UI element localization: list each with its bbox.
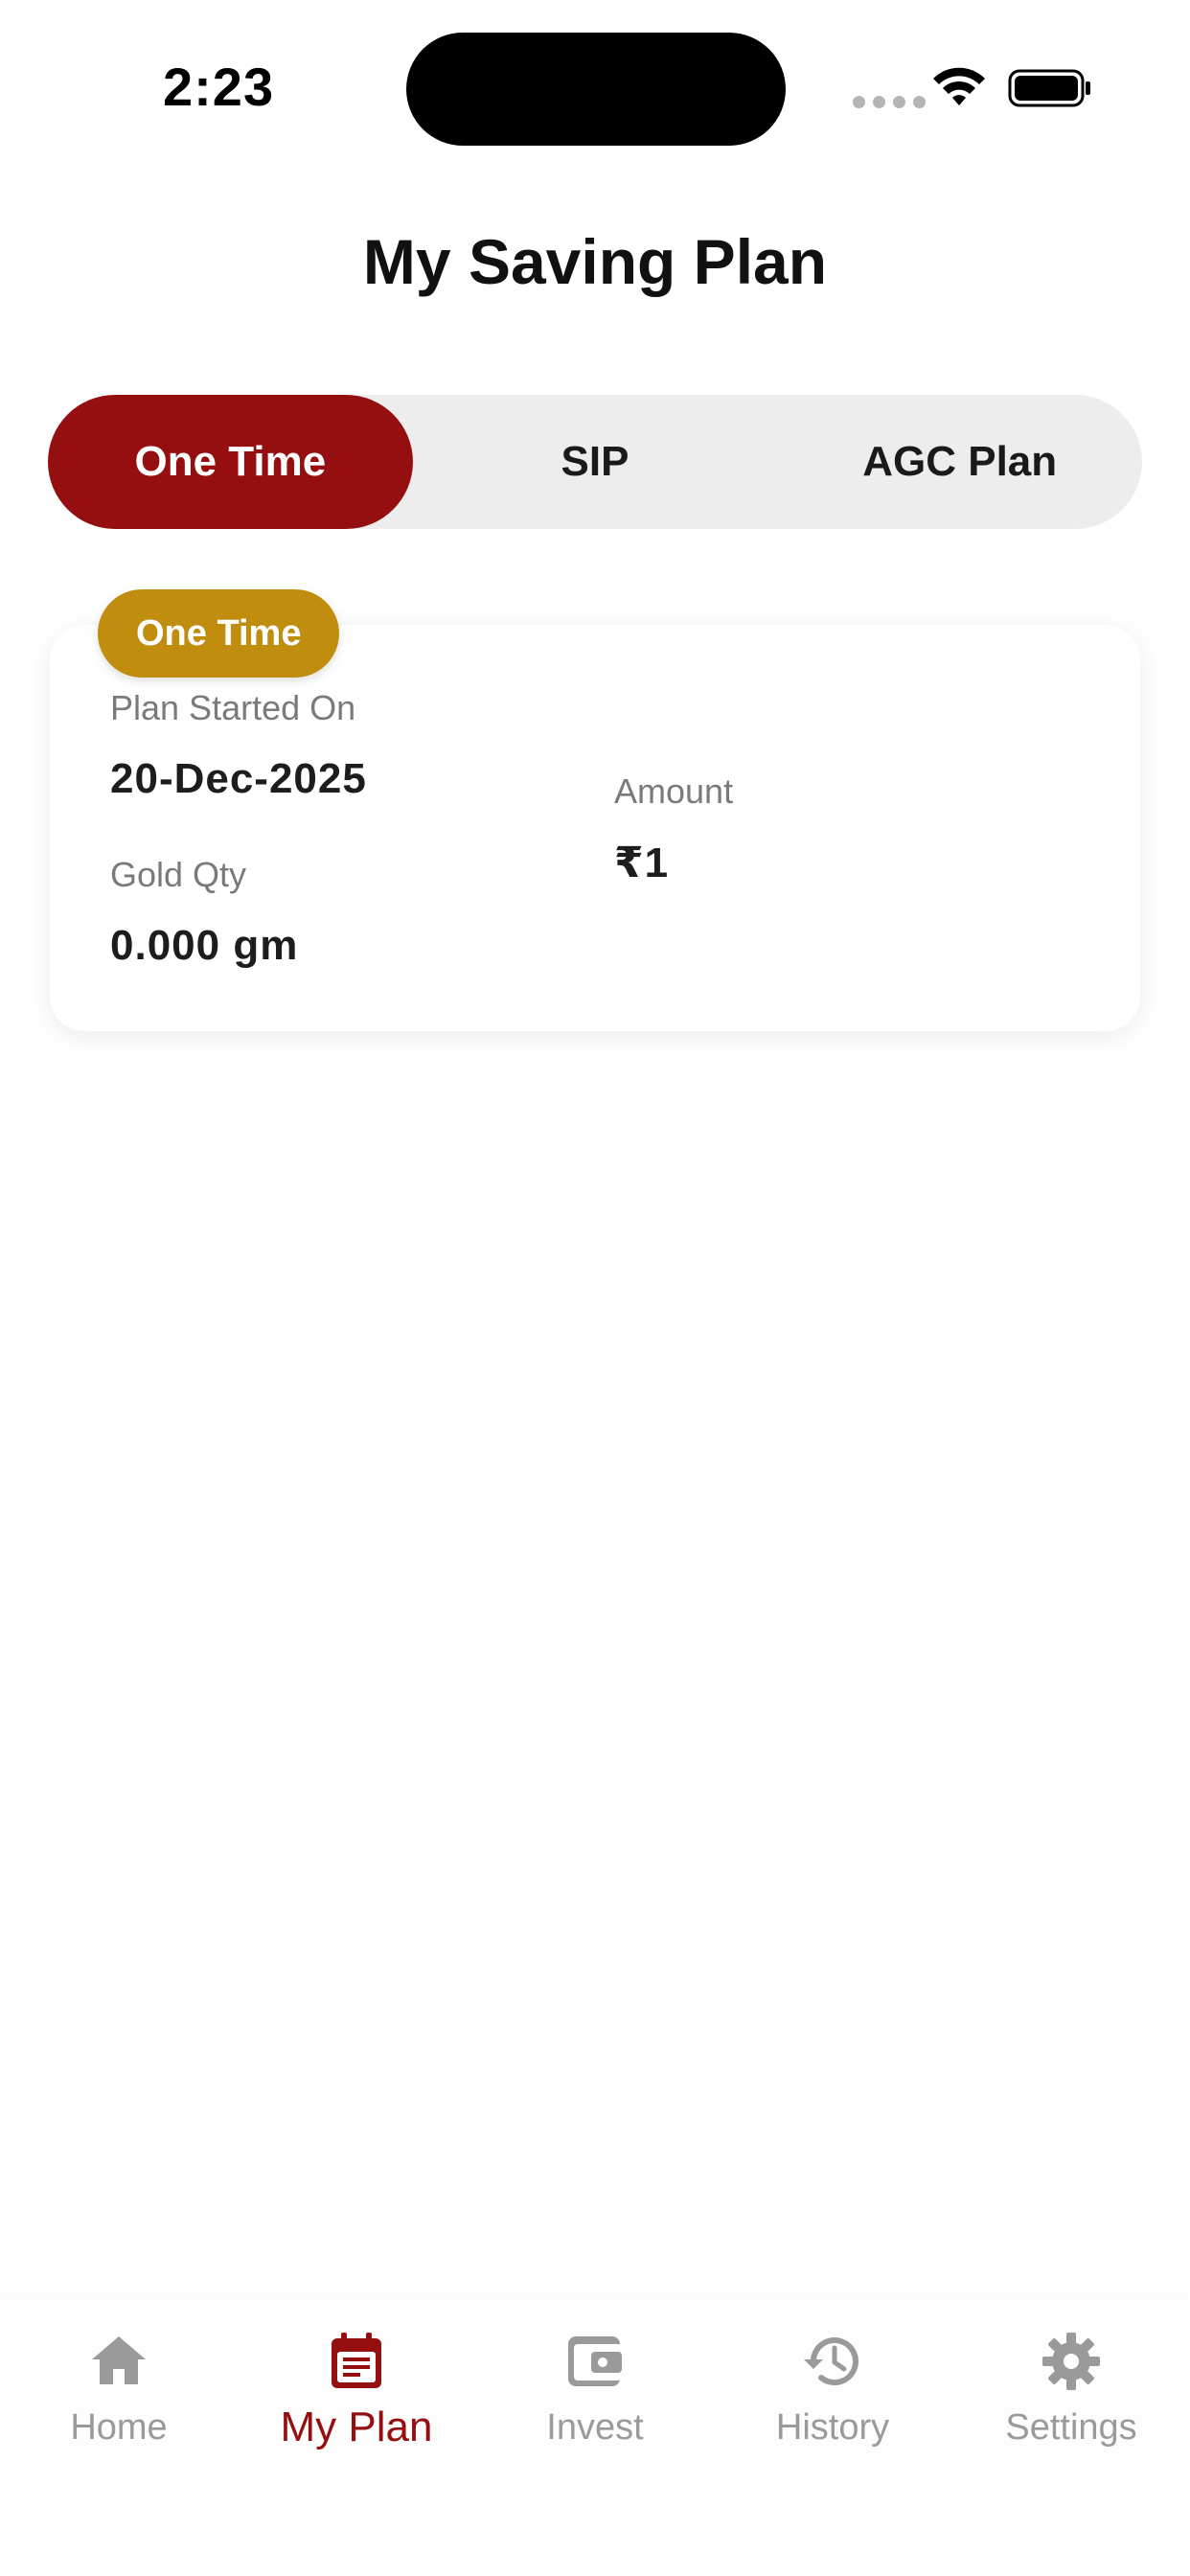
- plan-type-badge: One Time: [98, 589, 340, 678]
- tab-agc-plan[interactable]: AGC Plan: [777, 395, 1142, 529]
- plan-started-value: 20-Dec-2025: [110, 755, 367, 802]
- plan-started-label: Plan Started On: [110, 688, 356, 727]
- home-icon: [92, 2336, 146, 2384]
- page-title: My Saving Plan: [362, 226, 828, 297]
- plan-card[interactable]: [50, 625, 1140, 1031]
- wifi-icon: [933, 67, 985, 105]
- plan-type-tabs: One Time SIP AGC Plan: [48, 395, 1142, 529]
- history-icon: [804, 2337, 858, 2386]
- amount-value: ₹1: [614, 840, 670, 886]
- screen: 2:23 My Saving Plan One Time SIP AGC Pla…: [0, 0, 1190, 2576]
- nav-settings-label: Settings: [1005, 2407, 1137, 2448]
- nav-my-plan[interactable]: My Plan: [238, 2323, 475, 2451]
- nav-invest[interactable]: Invest: [476, 2323, 714, 2449]
- nav-home[interactable]: Home: [0, 2323, 238, 2449]
- tab-one-time[interactable]: One Time: [48, 395, 413, 529]
- status-time: 2:23: [163, 57, 275, 117]
- nav-history[interactable]: History: [714, 2323, 951, 2449]
- nav-settings[interactable]: Settings: [952, 2323, 1190, 2449]
- amount-label: Amount: [614, 771, 734, 811]
- tab-sip[interactable]: SIP: [413, 395, 778, 529]
- gold-qty-value: 0.000 gm: [110, 922, 299, 969]
- battery-icon: [1008, 69, 1090, 107]
- nav-history-label: History: [775, 2407, 890, 2448]
- nav-home-label: Home: [70, 2407, 168, 2448]
- nav-my-plan-label: My Plan: [280, 2404, 433, 2450]
- gold-qty-label: Gold Qty: [110, 855, 247, 894]
- calendar-icon: [332, 2333, 381, 2388]
- signal-icon: [853, 96, 926, 108]
- dynamic-island: [406, 33, 786, 146]
- wallet-icon: [568, 2336, 622, 2386]
- gear-icon: [1042, 2333, 1100, 2390]
- nav-invest-label: Invest: [546, 2407, 644, 2448]
- bottom-nav: Home My Plan Invest History Settings: [0, 2294, 1190, 2576]
